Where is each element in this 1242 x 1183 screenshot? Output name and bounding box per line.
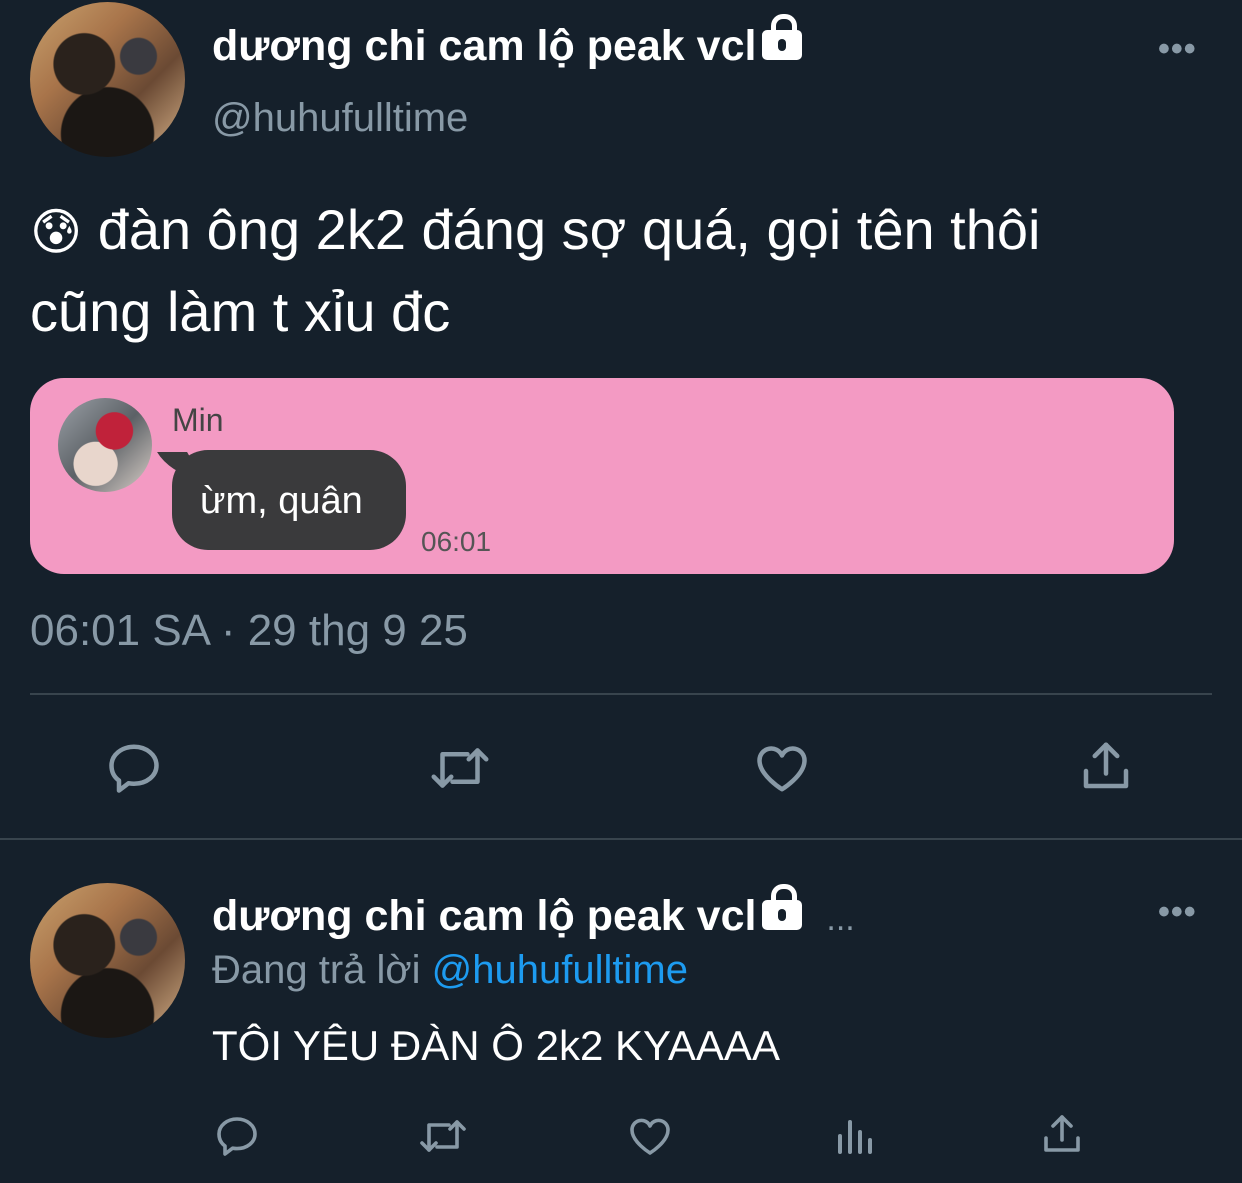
lock-icon (762, 13, 803, 60)
retweet-icon[interactable] (427, 738, 493, 798)
reply-more-icon[interactable]: ••• (1158, 893, 1197, 932)
chat-message: ừm, quân (200, 480, 363, 522)
reply-share-icon[interactable] (1038, 1110, 1086, 1158)
reply-retweet-icon[interactable] (416, 1112, 470, 1160)
chat-bubble: ừm, quân (172, 450, 406, 550)
section-divider (0, 838, 1242, 840)
reply-like-icon[interactable] (625, 1112, 675, 1160)
reply-author-avatar[interactable] (30, 883, 185, 1038)
lock-icon (762, 883, 803, 930)
chat-avatar (58, 398, 152, 492)
reply-author-name-text: dương chi cam lộ peak vcl (212, 892, 757, 940)
reply-icon[interactable] (104, 738, 164, 798)
reply-text: TÔI YÊU ĐÀN Ô 2k2 KYAAAA (212, 1022, 780, 1069)
reply-author-name[interactable]: dương chi cam lộ peak vcl ... (212, 883, 855, 945)
tweet-timestamp[interactable]: 06:01 SA · 29 thg 9 25 (30, 606, 468, 656)
author-handle[interactable]: @huhufulltime (212, 96, 468, 141)
share-icon[interactable] (1076, 736, 1136, 796)
anxious-face-emoji: 😰 (30, 204, 83, 260)
replying-handle[interactable]: @huhufulltime (432, 948, 688, 992)
embedded-media[interactable]: Min ừm, quân 06:01 (30, 378, 1174, 574)
replying-to: Đang trả lời @huhufulltime (212, 948, 688, 993)
reply-ellipsis: ... (826, 900, 855, 938)
tweet-text-line-1: 😰 đàn ông 2k2 đáng sợ quá, gọi tên thôi (30, 198, 1041, 261)
author-name[interactable]: dương chi cam lộ peak vcl (212, 13, 803, 72)
author-avatar[interactable] (30, 2, 185, 157)
reply-reply-icon[interactable] (213, 1112, 261, 1160)
author-name-text: dương chi cam lộ peak vcl (212, 22, 757, 70)
like-icon[interactable] (751, 738, 813, 798)
divider (30, 693, 1212, 695)
replying-prefix: Đang trả lời (212, 948, 421, 992)
chat-time: 06:01 (421, 526, 492, 557)
tweet-text-line-2: cũng làm t xỉu đc (30, 280, 451, 343)
analytics-icon[interactable] (832, 1112, 880, 1160)
chat-sender-name: Min (172, 402, 224, 438)
tweet-text: 😰 đàn ông 2k2 đáng sợ quá, gọi tên thôi … (30, 190, 1220, 352)
more-icon[interactable]: ••• (1158, 30, 1197, 69)
